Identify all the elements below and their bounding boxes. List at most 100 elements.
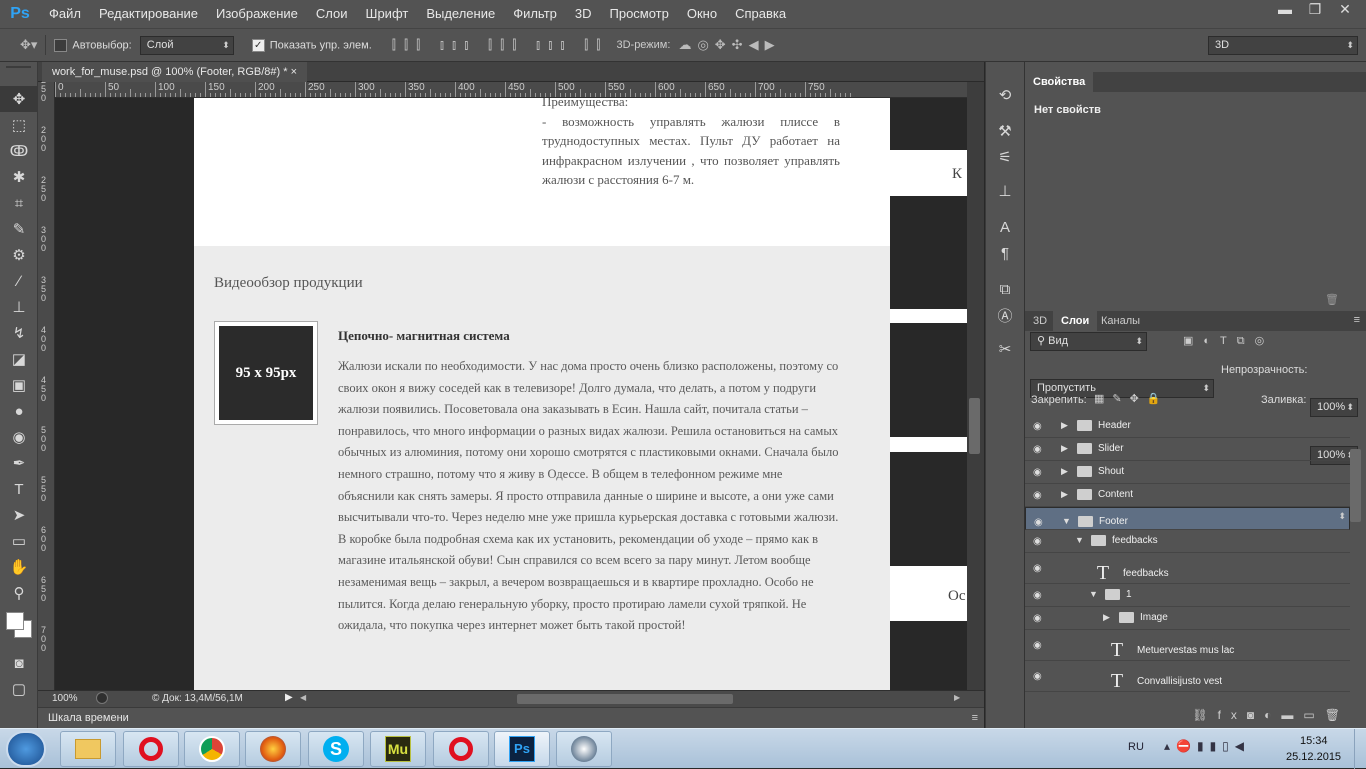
opera-taskbar-icon-2[interactable] bbox=[433, 731, 489, 767]
eraser-tool-icon[interactable]: ◪ bbox=[0, 346, 38, 372]
visibility-eye-icon[interactable]: ◉ bbox=[1033, 640, 1047, 651]
visibility-eye-icon[interactable]: ◉ bbox=[1033, 590, 1047, 601]
start-button[interactable] bbox=[6, 731, 46, 767]
stamp-tool-icon[interactable]: ⊥ bbox=[0, 294, 38, 320]
zoom-tool-icon[interactable]: ⚲ bbox=[0, 580, 38, 606]
vertical-scroll-thumb[interactable] bbox=[969, 398, 980, 454]
horizontal-scroll-thumb[interactable] bbox=[517, 694, 733, 704]
maximize-button[interactable]: ❐ bbox=[1302, 0, 1328, 18]
healing-brush-icon[interactable]: ⚙ bbox=[0, 242, 38, 268]
firefox-taskbar-icon[interactable] bbox=[245, 731, 301, 767]
dodge-tool-icon[interactable]: ◉ bbox=[0, 424, 38, 450]
menu-10[interactable]: Справка bbox=[726, 0, 795, 28]
layer-row[interactable]: ◉ ▶ Content bbox=[1025, 484, 1350, 507]
layer-row[interactable]: ◉ ▶ Image bbox=[1025, 607, 1350, 630]
layers-scroll-thumb[interactable] bbox=[1350, 449, 1361, 522]
align-icons[interactable]: ⫿⫿⫿ ⫾⫾⫾ ⫿⫿⫿ ⫾⫾⫾ ⫿⫿ bbox=[392, 37, 609, 53]
clock-date[interactable]: 25.12.2015 bbox=[1286, 751, 1341, 763]
tab-properties[interactable]: Свойства bbox=[1025, 72, 1094, 92]
brush-tool-icon[interactable]: ∕ bbox=[0, 268, 38, 294]
layer-row[interactable]: ◉ ▶ Shout bbox=[1025, 461, 1350, 484]
visibility-eye-icon[interactable]: ◉ bbox=[1033, 563, 1047, 574]
app-taskbar-icon[interactable] bbox=[556, 731, 612, 767]
close-tab-icon[interactable]: × bbox=[291, 66, 297, 78]
workspace-select[interactable]: 3D bbox=[1208, 36, 1358, 55]
layer-row[interactable]: ◉ T Metuervestas mus lac bbox=[1025, 630, 1350, 661]
marquee-tool-icon[interactable]: ⬚ bbox=[0, 112, 38, 138]
layer-row[interactable]: ◉ T Convallisijusto vest bbox=[1025, 661, 1350, 692]
autoselect-checkbox[interactable] bbox=[54, 38, 68, 52]
type-tool-icon[interactable]: T bbox=[0, 476, 38, 502]
clock-time[interactable]: 15:34 bbox=[1300, 735, 1328, 747]
language-indicator[interactable]: RU bbox=[1128, 741, 1144, 753]
eyedropper-icon[interactable]: ✎ bbox=[0, 216, 38, 242]
shape-tool-icon[interactable]: ▭ bbox=[0, 528, 38, 554]
menu-2[interactable]: Изображение bbox=[207, 0, 307, 28]
photoshop-taskbar-icon[interactable]: Ps bbox=[494, 731, 550, 767]
layer-row[interactable]: ◉ ▼ feedbacks bbox=[1025, 530, 1350, 553]
visibility-eye-icon[interactable]: ◉ bbox=[1033, 490, 1047, 501]
explorer-taskbar-icon[interactable] bbox=[60, 731, 116, 767]
screen-mode-icon[interactable]: ▢ bbox=[0, 676, 38, 702]
scroll-right-icon[interactable]: ▶ bbox=[954, 693, 960, 702]
minimize-button[interactable]: ▬ bbox=[1272, 0, 1298, 18]
scroll-left-icon[interactable]: ◀ bbox=[300, 693, 306, 702]
share-icon[interactable] bbox=[96, 692, 108, 704]
path-select-icon[interactable]: ➤ bbox=[0, 502, 38, 528]
blur-tool-icon[interactable]: ● bbox=[0, 398, 38, 424]
zoom-level[interactable]: 100% bbox=[52, 693, 78, 704]
menu-5[interactable]: Выделение bbox=[417, 0, 504, 28]
collapse-arrow-icon[interactable]: ▼ bbox=[1075, 535, 1085, 545]
video-thumbnail[interactable]: 95 x 95px bbox=[214, 321, 318, 425]
crop-tool-icon[interactable]: ⌗ bbox=[0, 190, 38, 216]
autoselect-select[interactable]: Слой bbox=[139, 35, 234, 55]
layer-filter-select[interactable]: ⚲ Вид bbox=[1030, 332, 1147, 351]
vertical-scrollbar[interactable] bbox=[967, 82, 984, 690]
move-tool-icon[interactable]: ✥ bbox=[0, 86, 38, 112]
layer-row[interactable]: ◉ Tfeedbacks bbox=[1025, 553, 1350, 584]
paragraph-icon[interactable]: ¶ bbox=[986, 240, 1024, 266]
layer-row[interactable]: ◉ ▶ Slider bbox=[1025, 438, 1350, 461]
tab-layers[interactable]: Слои bbox=[1053, 311, 1098, 331]
skype-taskbar-icon[interactable]: S bbox=[308, 731, 364, 767]
gradient-tool-icon[interactable]: ▣ bbox=[0, 372, 38, 398]
character-icon[interactable]: A bbox=[986, 214, 1024, 240]
expand-arrow-icon[interactable]: ▶ bbox=[1061, 443, 1071, 454]
trash-icon[interactable]: 🗑 bbox=[1325, 293, 1339, 306]
menu-8[interactable]: Просмотр bbox=[601, 0, 678, 28]
lock-icons[interactable]: ▦✎✥🔒 bbox=[1094, 392, 1169, 405]
layer-row[interactable]: ◉ ▶ Header bbox=[1025, 415, 1350, 438]
adjust-icon[interactable]: ⚟ bbox=[986, 144, 1024, 170]
tab-channels[interactable]: Каналы bbox=[1093, 311, 1148, 331]
show-transform-checkbox[interactable]: ✓ bbox=[251, 38, 265, 52]
collapse-arrow-icon[interactable]: ▼ bbox=[1062, 513, 1072, 530]
visibility-eye-icon[interactable]: ◉ bbox=[1033, 444, 1047, 455]
layer-comps-icon[interactable]: ⧉ bbox=[986, 276, 1024, 302]
character-styles-icon[interactable]: Ⓐ bbox=[986, 302, 1024, 328]
timeline-panel[interactable]: Шкала времени ≡ bbox=[38, 707, 984, 728]
layers-menu-icon[interactable]: ≡ bbox=[1354, 314, 1360, 326]
chrome-taskbar-icon[interactable] bbox=[184, 731, 240, 767]
menu-4[interactable]: Шрифт bbox=[357, 0, 418, 28]
lasso-tool-icon[interactable]: ↂ bbox=[0, 138, 38, 164]
layer-row[interactable]: ◉ ▼ Footer bbox=[1025, 507, 1350, 530]
menu-9[interactable]: Окно bbox=[678, 0, 726, 28]
visibility-eye-icon[interactable]: ◉ bbox=[1033, 671, 1047, 682]
visibility-eye-icon[interactable]: ◉ bbox=[1033, 536, 1047, 547]
tray-icons[interactable]: ▴⛔▮▮▯◀ bbox=[1164, 739, 1250, 753]
visibility-eye-icon[interactable]: ◉ bbox=[1034, 514, 1048, 528]
layer-actions[interactable]: ⛓fx◙◐▬▭🗑 bbox=[1025, 708, 1366, 728]
show-desktop-button[interactable] bbox=[1354, 729, 1366, 769]
expand-arrow-icon[interactable]: ▶ bbox=[1103, 612, 1113, 623]
panel-menu-icon[interactable]: ≡ bbox=[972, 708, 978, 728]
visibility-eye-icon[interactable]: ◉ bbox=[1033, 467, 1047, 478]
menu-7[interactable]: 3D bbox=[566, 0, 601, 28]
menu-6[interactable]: Фильтр bbox=[504, 0, 566, 28]
status-menu-arrow-icon[interactable]: ▶ bbox=[285, 692, 293, 703]
history-icon[interactable]: ⟲ bbox=[986, 82, 1024, 108]
tab-3d[interactable]: 3D bbox=[1025, 311, 1055, 331]
color-swatches[interactable] bbox=[0, 606, 37, 650]
visibility-eye-icon[interactable]: ◉ bbox=[1033, 421, 1047, 432]
3d-mode-icons[interactable]: ☁◎✥✣◀▶ bbox=[678, 37, 780, 53]
collapse-arrow-icon[interactable]: ▼ bbox=[1089, 589, 1099, 599]
